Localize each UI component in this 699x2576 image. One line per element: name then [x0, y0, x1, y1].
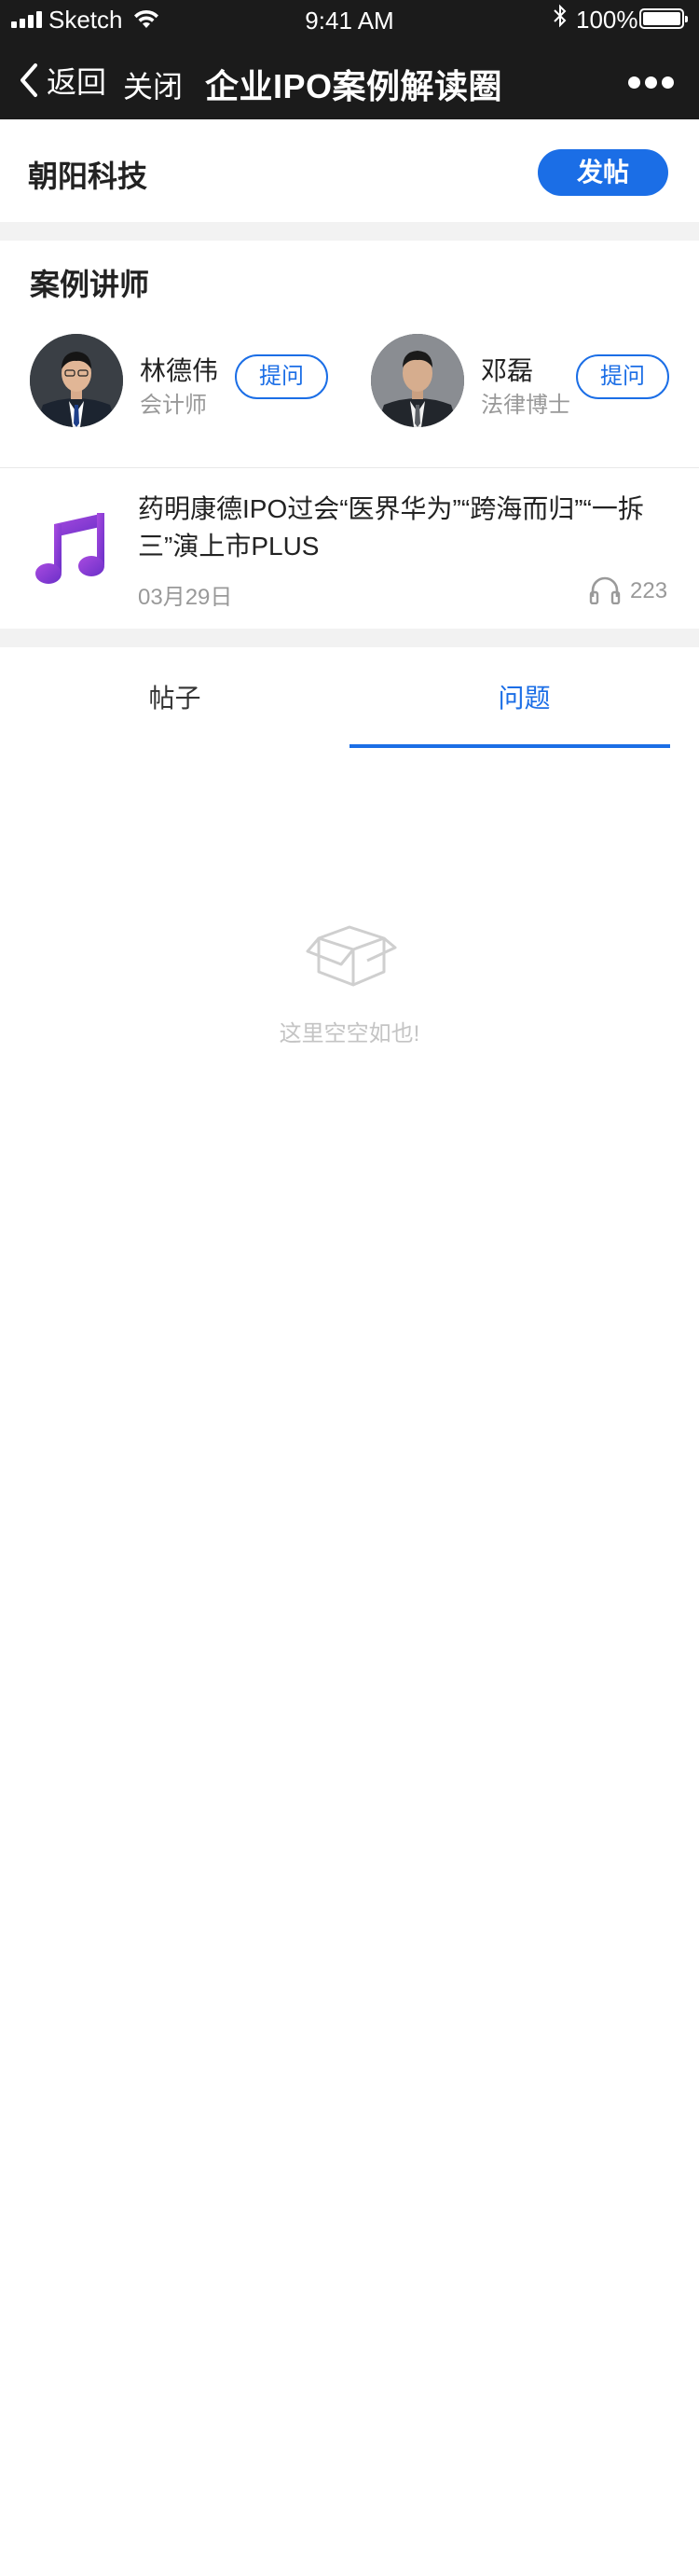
tab-questions[interactable]: 问题 [350, 647, 699, 748]
more-options-button[interactable] [628, 76, 675, 90]
audio-list-item[interactable]: 药明康德IPO过会“医界华为”“跨海而归”“一拆三”演上市PLUS 03月29日… [0, 468, 699, 629]
battery-percent: 100% [576, 6, 638, 34]
tab-posts[interactable]: 帖子 [0, 647, 350, 748]
audio-title: 药明康德IPO过会“医界华为”“跨海而归”“一拆三”演上市PLUS [138, 494, 644, 561]
status-bar: Sketch 9:41 AM 100% [0, 0, 699, 41]
lecturers-section: 案例讲师 林德伟 会计师 提问 邓磊 法律博士 提问 [0, 241, 699, 467]
lecturer-role: 法律博士 [481, 393, 570, 418]
back-label: 返回 [47, 65, 107, 99]
nav-bar: 返回 关闭 企业IPO案例解读圈 [0, 41, 699, 119]
avatar[interactable] [30, 334, 123, 427]
page-title: 企业IPO案例解读圈 [205, 67, 503, 105]
ask-question-button[interactable]: 提问 [235, 354, 328, 399]
battery-icon [639, 8, 688, 29]
company-name: 朝阳科技 [28, 159, 148, 193]
lecturer-role: 会计师 [140, 393, 207, 418]
section-title: 案例讲师 [30, 268, 150, 301]
top-bar: Sketch 9:41 AM 100% 返回 关闭 企业IPO案例解读圈 [0, 0, 699, 119]
empty-box-icon [306, 925, 397, 987]
empty-state-text: 这里空空如也! [279, 1021, 420, 1046]
company-header: 朝阳科技 发帖 [0, 119, 699, 222]
music-note-icon [35, 513, 104, 584]
ask-question-button[interactable]: 提问 [576, 354, 669, 399]
chevron-left-icon [21, 63, 37, 97]
post-button[interactable]: 发帖 [538, 149, 668, 196]
lecturer-name: 邓磊 [481, 356, 534, 385]
listen-count: 223 [630, 578, 668, 603]
section-gap [0, 222, 699, 241]
headphone-icon [589, 576, 621, 604]
audio-date: 03月29日 [138, 585, 233, 610]
bluetooth-icon [554, 4, 567, 28]
tab-bar: 帖子 问题 [0, 647, 699, 750]
active-tab-indicator [350, 744, 670, 748]
lecturer-card: 邓磊 法律博士 提问 [371, 334, 688, 427]
section-gap [0, 629, 699, 647]
lecturer-card: 林德伟 会计师 提问 [30, 334, 347, 427]
close-button[interactable]: 关闭 [123, 63, 183, 106]
back-button[interactable]: 返回 [17, 58, 106, 103]
avatar[interactable] [371, 334, 464, 427]
lecturer-name: 林德伟 [140, 356, 219, 385]
